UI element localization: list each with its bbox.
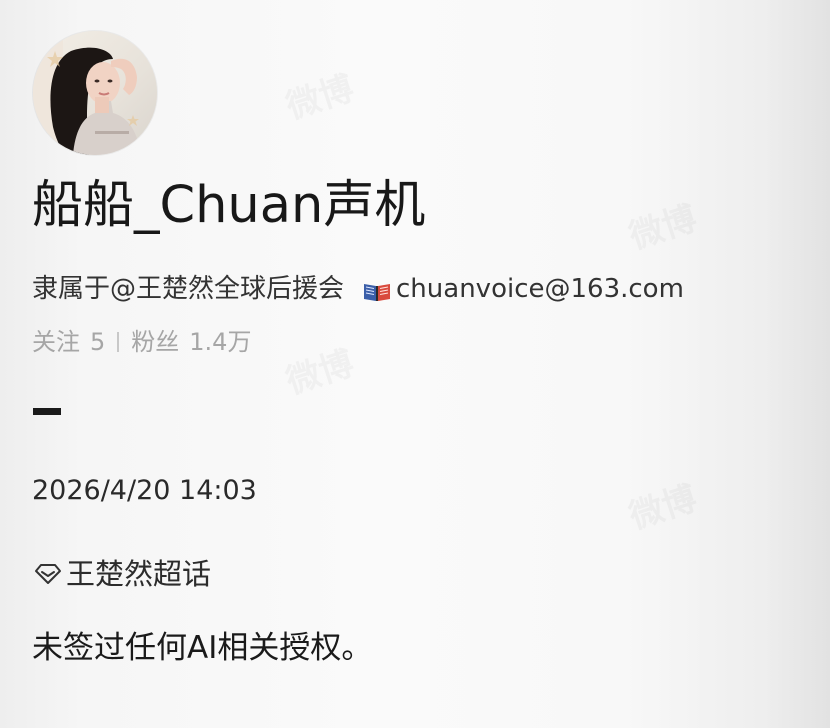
email-link[interactable]: chuanvoice@163.com — [396, 272, 684, 306]
following-stat[interactable]: 关注 5 — [32, 326, 105, 358]
section-divider — [33, 408, 61, 415]
bio-affiliation[interactable]: 隶属于@王楚然全球后援会 — [32, 272, 344, 306]
followers-stat[interactable]: 粉丝 1.4万 — [131, 326, 251, 358]
profile-photo — [33, 31, 157, 155]
diamond-icon — [35, 564, 61, 584]
topic-link[interactable]: 王楚然超话 — [32, 555, 211, 593]
profile-bio: 隶属于@王楚然全球后援会 chuanvoice@163.com — [32, 272, 684, 306]
profile-name: 船船_Chuan声机 — [32, 176, 426, 235]
following-count: 5 — [90, 328, 106, 356]
post-content: 未签过任何AI相关授权。 — [32, 630, 373, 666]
following-label: 关注 — [32, 328, 80, 356]
avatar[interactable] — [33, 31, 157, 155]
topic-label: 王楚然超话 — [66, 557, 212, 591]
stats-divider — [117, 332, 120, 352]
followers-label: 粉丝 — [131, 328, 180, 356]
open-book-icon — [362, 278, 392, 301]
profile-stats: 关注 5 粉丝 1.4万 — [32, 326, 251, 358]
post-timestamp: 2026/4/20 14:03 — [32, 475, 257, 506]
followers-count: 1.4万 — [189, 328, 252, 356]
